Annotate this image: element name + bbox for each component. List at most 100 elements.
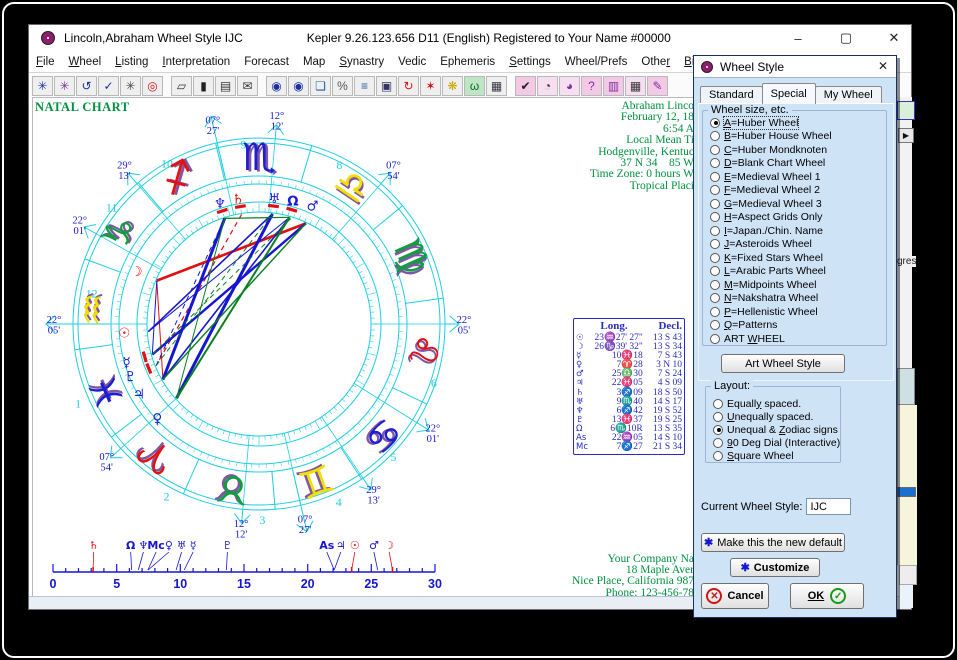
- current-wheel-style-input[interactable]: [806, 498, 851, 515]
- wheel-option-d[interactable]: D=Blank Chart Wheel: [710, 157, 825, 170]
- radio-icon: [710, 212, 720, 222]
- svg-text:♍: ♍: [385, 232, 439, 281]
- wheel-select-icon[interactable]: ✓: [98, 76, 119, 96]
- menu-vedic[interactable]: Vedic: [391, 56, 433, 68]
- expand-arrow-button[interactable]: ▶: [898, 128, 914, 143]
- clocks-icon[interactable]: ◕: [559, 76, 580, 96]
- cancel-button[interactable]: ✕Cancel: [701, 583, 769, 609]
- om-icon[interactable]: ω: [464, 76, 485, 96]
- wheel-undo-icon[interactable]: ↺: [76, 76, 97, 96]
- svg-text:♂: ♂: [306, 199, 318, 215]
- grid-ball-icon[interactable]: ❋: [442, 76, 463, 96]
- radio-icon: [710, 280, 720, 290]
- birth-info: Abraham LincoFebruary 12, 186:54 ALocal …: [394, 101, 694, 192]
- wheel-shaded-icon[interactable]: ✳: [120, 76, 141, 96]
- radio-icon: [710, 131, 720, 141]
- radio-label: L=Arabic Parts Wheel: [724, 265, 826, 277]
- print-icon[interactable]: ▤: [215, 76, 236, 96]
- wheel-option-g[interactable]: G=Medieval Wheel 3: [710, 197, 822, 210]
- wheel-option-f[interactable]: F=Medieval Wheel 2: [710, 184, 820, 197]
- wheel-option-j[interactable]: J=Asteroids Wheel: [710, 238, 812, 251]
- layout-option-equally-spaced-[interactable]: Equally spaced.: [713, 397, 801, 410]
- percent-icon[interactable]: %: [332, 76, 353, 96]
- rotate-red-icon[interactable]: ↻: [398, 76, 419, 96]
- svg-text:22°01': 22°01': [425, 424, 440, 446]
- wheel-option-k[interactable]: K=Fixed Stars Wheel: [710, 251, 823, 264]
- notes-icon[interactable]: ?: [581, 76, 602, 96]
- menu-interpretation[interactable]: Interpretation: [155, 56, 237, 68]
- wheel-option-i[interactable]: I=Japan./Chin. Name: [710, 224, 823, 237]
- layout-option-square-wheel[interactable]: Square Wheel: [713, 450, 794, 463]
- radio-icon: [713, 412, 723, 422]
- new-chart-icon[interactable]: ▱: [171, 76, 192, 96]
- search-person-icon[interactable]: ✎: [647, 76, 668, 96]
- tab-my-wheel[interactable]: My Wheel: [815, 86, 882, 104]
- wheel-doc2-icon[interactable]: ◉: [288, 76, 309, 96]
- wheel-doc-icon[interactable]: ◉: [266, 76, 287, 96]
- menu-map[interactable]: Map: [296, 56, 332, 68]
- menu-forecast[interactable]: Forecast: [237, 56, 296, 68]
- pages-icon[interactable]: ❏: [310, 76, 331, 96]
- wheel-option-l[interactable]: L=Arabic Parts Wheel: [710, 265, 826, 278]
- wheel-option-m[interactable]: M=Midpoints Wheel: [710, 278, 817, 291]
- layout-option-90-deg-dial-interactive-[interactable]: 90 Deg Dial (Interactive): [713, 437, 840, 450]
- crosshair-icon[interactable]: ◎: [142, 76, 163, 96]
- art-wheel-style-button[interactable]: Art Wheel Style: [721, 354, 845, 373]
- aspect-lines-icon[interactable]: ✶: [420, 76, 441, 96]
- menu-settings[interactable]: Settings: [502, 56, 558, 68]
- biwheel-icon[interactable]: ✳: [54, 76, 75, 96]
- menu-listing[interactable]: Listing: [108, 56, 155, 68]
- customize-button[interactable]: ✱Customize: [730, 558, 820, 577]
- close-button[interactable]: ✕: [883, 30, 905, 46]
- make-default-button[interactable]: ✱Make this the new default: [701, 533, 845, 552]
- listing-icon[interactable]: ≡: [354, 76, 375, 96]
- ok-button[interactable]: OK✓: [790, 583, 864, 609]
- wheel-option-q[interactable]: Q=Patterns: [710, 319, 777, 332]
- svg-text:07°54': 07°54': [99, 452, 114, 474]
- menu-other[interactable]: Other: [634, 56, 677, 68]
- wheel-option-p[interactable]: P=Hellenistic Wheel: [710, 305, 818, 318]
- wheel-option-c[interactable]: C=Huber Mondknoten: [710, 143, 827, 156]
- layout-option-unequally-spaced-[interactable]: Unequally spaced.: [713, 410, 813, 423]
- asterisk-icon: ✱: [704, 536, 713, 549]
- tab-special[interactable]: Special: [762, 83, 816, 104]
- svg-text:♑: ♑: [91, 207, 146, 260]
- background-text-fragment: gres: [897, 256, 916, 267]
- table-icon[interactable]: ▥: [603, 76, 624, 96]
- dialog-close-icon[interactable]: ✕: [878, 59, 888, 73]
- calendar-icon[interactable]: ▦: [486, 76, 507, 96]
- cancel-x-icon: ✕: [706, 588, 722, 604]
- menu-ephemeris[interactable]: Ephemeris: [433, 56, 502, 68]
- save-icon[interactable]: ▮: [193, 76, 214, 96]
- radio-icon: [710, 185, 720, 195]
- wheel-option-e[interactable]: E=Medieval Wheel 1: [710, 170, 821, 183]
- asterisk-icon: ✱: [741, 561, 750, 574]
- mail-icon[interactable]: ✉: [237, 76, 258, 96]
- menu-wheelprefs[interactable]: Wheel/Prefs: [558, 56, 635, 68]
- radio-icon: [710, 266, 720, 276]
- natal-wheel-icon[interactable]: ✳: [32, 76, 53, 96]
- svg-text:0: 0: [50, 577, 57, 591]
- wheel-option-b[interactable]: B=Huber House Wheel: [710, 130, 832, 143]
- svg-text:♄: ♄: [232, 192, 244, 208]
- background-white-box: [899, 565, 917, 585]
- birth-info-line: Local Mean Ti: [394, 135, 694, 146]
- menu-wheel[interactable]: Wheel: [62, 56, 109, 68]
- maximize-button[interactable]: ▢: [835, 30, 857, 46]
- wheel-option-a[interactable]: A=Huber Wheel: [710, 116, 798, 129]
- copies-icon[interactable]: ▣: [376, 76, 397, 96]
- tab-standard[interactable]: Standard: [700, 86, 763, 104]
- minimize-button[interactable]: –: [787, 31, 809, 46]
- check-icon[interactable]: ✔: [515, 76, 536, 96]
- layout-option-unequal-zodiac-signs[interactable]: Unequal & Zodiac signs: [713, 423, 838, 436]
- wheel-option-n[interactable]: N=Nakshatra Wheel: [710, 292, 818, 305]
- menu-file[interactable]: File: [29, 56, 62, 68]
- svg-text:5: 5: [113, 577, 120, 591]
- calendar2-icon[interactable]: ▦: [625, 76, 646, 96]
- dialog-wheel-icon: [701, 61, 713, 73]
- svg-text:♄: ♄: [89, 539, 99, 552]
- clock-icon[interactable]: ◔: [537, 76, 558, 96]
- menu-synastry[interactable]: Synastry: [332, 56, 391, 68]
- wheel-option-h[interactable]: H=Aspect Grids Only: [710, 211, 822, 224]
- wheel-option-art-wheel[interactable]: ART WHEEL: [710, 332, 785, 345]
